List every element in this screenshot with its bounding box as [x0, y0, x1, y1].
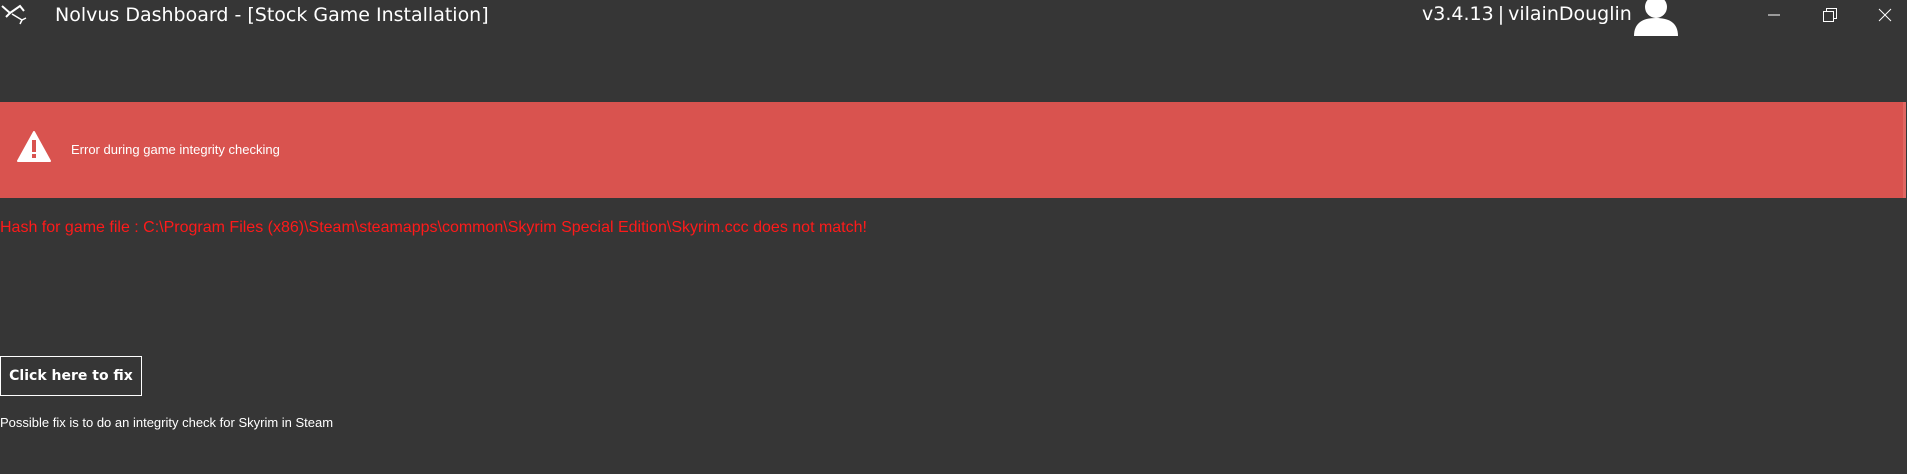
- minimize-button[interactable]: [1751, 0, 1797, 30]
- warning-icon: [16, 130, 52, 164]
- version-user-label: v3.4.13 | vilainDouglin: [1422, 2, 1632, 26]
- separator: |: [1497, 3, 1505, 25]
- fix-hint-text: Possible fix is to do an integrity check…: [0, 415, 334, 430]
- version-label: v3.4.13: [1422, 3, 1494, 25]
- username-label: vilainDouglin: [1508, 3, 1632, 25]
- user-avatar-icon[interactable]: [1628, 0, 1684, 36]
- close-button[interactable]: [1862, 0, 1907, 30]
- fix-button[interactable]: Click here to fix: [0, 356, 142, 396]
- app-logo-icon: [0, 2, 30, 28]
- minimize-icon: [1768, 14, 1780, 16]
- error-detail-message: Hash for game file : C:\Program Files (x…: [0, 219, 867, 236]
- restore-icon: [1823, 8, 1837, 22]
- error-banner: Error during game integrity checking: [0, 102, 1906, 198]
- window-title: Nolvus Dashboard - [Stock Game Installat…: [55, 4, 489, 26]
- title-bar: Nolvus Dashboard - [Stock Game Installat…: [0, 0, 1907, 36]
- restore-button[interactable]: [1807, 0, 1853, 30]
- close-icon: [1878, 8, 1892, 22]
- error-title: Error during game integrity checking: [71, 142, 280, 157]
